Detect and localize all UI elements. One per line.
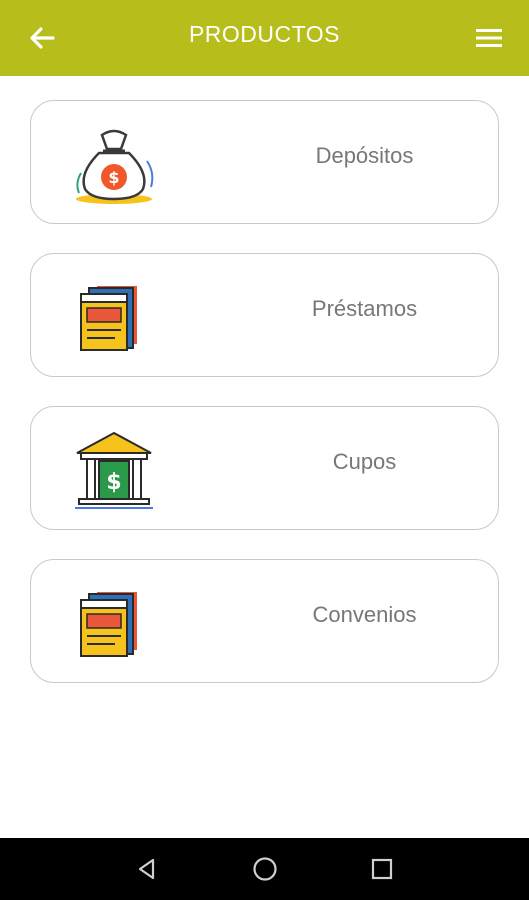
- product-label: Depósitos: [315, 143, 414, 168]
- product-label: Convenios: [312, 602, 417, 627]
- svg-text:$: $: [106, 470, 121, 495]
- product-list: $ Depósitos Préstamos $ Cupos Convenios: [30, 100, 499, 712]
- product-label: Préstamos: [311, 296, 418, 321]
- product-label: Cupos: [332, 449, 397, 474]
- page-title: PRODUCTOS: [188, 21, 341, 47]
- document-book-icon: [80, 286, 137, 351]
- menu-button[interactable]: [469, 18, 509, 58]
- system-nav-bar: [0, 838, 529, 900]
- product-card-depositos[interactable]: $ Depósitos: [30, 100, 499, 224]
- square-recents-icon: [371, 858, 393, 880]
- money-bag-icon: $: [76, 129, 154, 204]
- system-back-button[interactable]: [130, 852, 164, 886]
- product-card-cupos[interactable]: $ Cupos: [30, 406, 499, 530]
- system-home-button[interactable]: [248, 852, 282, 886]
- product-card-prestamos[interactable]: Préstamos: [30, 253, 499, 377]
- svg-text:$: $: [108, 168, 119, 187]
- product-card-convenios[interactable]: Convenios: [30, 559, 499, 683]
- system-recents-button[interactable]: [365, 852, 399, 886]
- circle-home-icon: [253, 857, 277, 881]
- bank-dollar-icon: $: [75, 431, 153, 509]
- triangle-back-icon: [138, 858, 155, 880]
- document-book-icon: [80, 592, 137, 657]
- app-bar: PRODUCTOS: [0, 0, 529, 76]
- hamburger-menu-icon: [476, 29, 502, 47]
